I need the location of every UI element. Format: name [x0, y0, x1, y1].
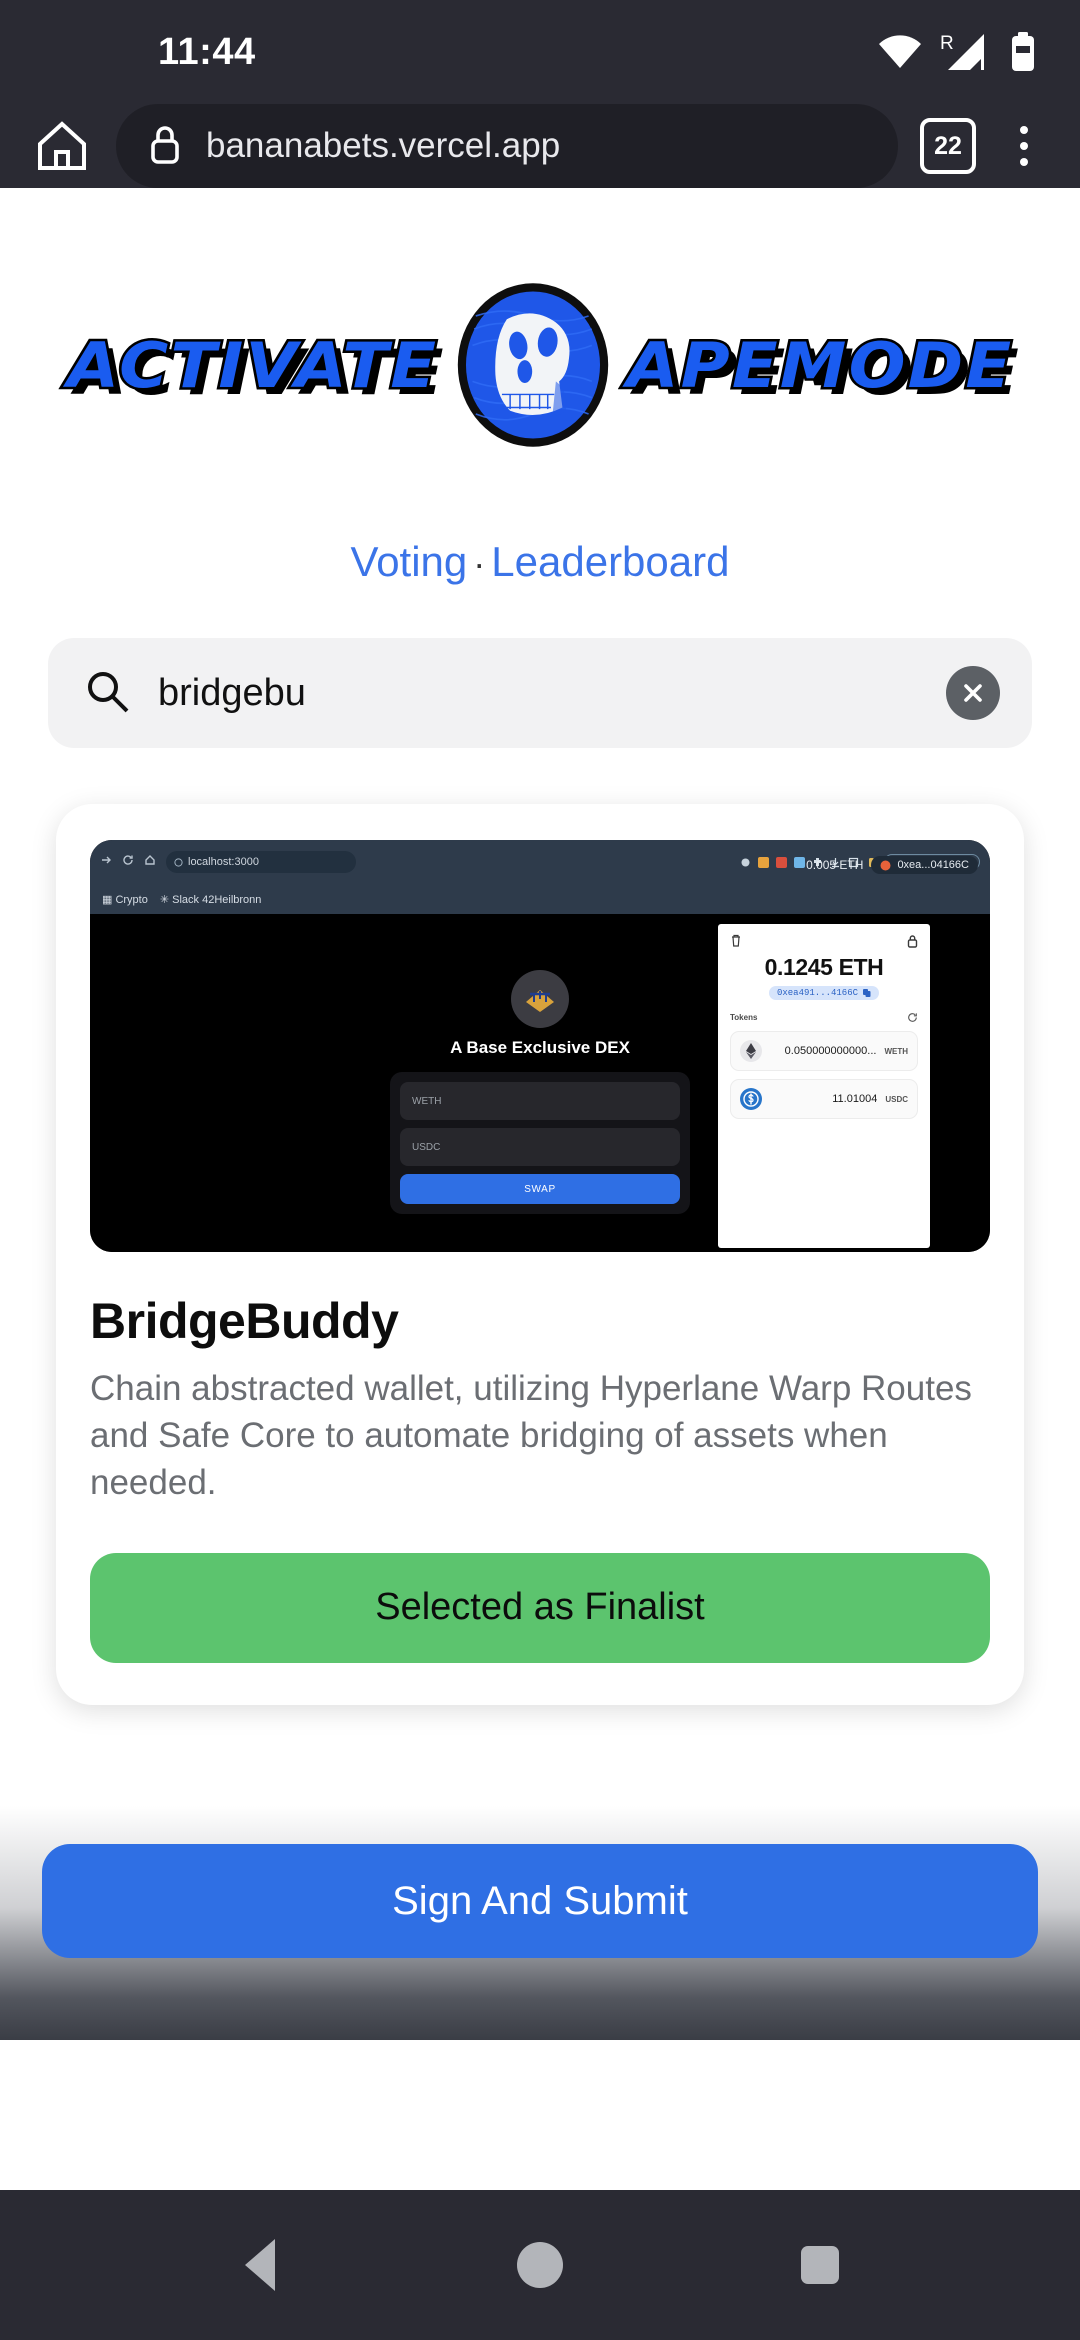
- close-icon[interactable]: [946, 666, 1000, 720]
- search-input[interactable]: bridgebu: [158, 672, 918, 715]
- dapp-header: 0.005 ETH 0xea...04166C: [806, 856, 978, 874]
- usdc-icon: [740, 1088, 762, 1110]
- project-thumbnail: localhost:3000 Relaunch to update: [90, 840, 990, 1252]
- refresh-icon: [908, 1013, 917, 1022]
- site-header: ACTIVATE APEMODE: [0, 188, 1080, 450]
- web-page: ACTIVATE APEMODE Voting · Leaderboard br…: [0, 188, 1080, 2190]
- nav-link-leaderboard[interactable]: Leaderboard: [491, 538, 729, 585]
- wordmark-activate: ACTIVATE: [65, 326, 439, 404]
- wifi-icon: [878, 35, 922, 69]
- recents-button[interactable]: [775, 2220, 865, 2310]
- tab-counter[interactable]: 22: [920, 118, 976, 174]
- home-icon[interactable]: [30, 114, 94, 178]
- submit-bar: Sign And Submit: [0, 1844, 1080, 1958]
- copy-icon: [863, 989, 871, 997]
- url-text: bananabets.vercel.app: [206, 126, 561, 165]
- android-navigation-bar: [0, 2190, 1080, 2340]
- dapp-swap-card: WETH USDC SWAP: [390, 1072, 690, 1214]
- wallet-popup-header: [730, 934, 918, 948]
- wallet-token-symbol: WETH: [884, 1046, 908, 1056]
- thumbnail-bookmarks-bar: ▦ Crypto ✳ Slack 42Heilbronn: [90, 884, 990, 914]
- wallet-token-symbol: USDC: [885, 1094, 908, 1104]
- results-list: localhost:3000 Relaunch to update: [0, 748, 1080, 1705]
- wallet-token-amount: 0.050000000000...: [784, 1045, 877, 1057]
- project-description: Chain abstracted wallet, utilizing Hyper…: [90, 1369, 972, 1502]
- sign-and-submit-button[interactable]: Sign And Submit: [42, 1844, 1038, 1958]
- thumbnail-page-body: 0.005 ETH 0xea...04166C A Base Exclusive…: [90, 856, 990, 1252]
- thumbnail-forward-icon: [100, 853, 112, 871]
- dapp-balance: 0.005 ETH: [806, 858, 864, 872]
- nav-separator: ·: [473, 543, 486, 584]
- dapp-logo-icon: [511, 970, 569, 1028]
- search-bar[interactable]: bridgebu: [48, 638, 1032, 748]
- wallet-balance: 0.1245 ETH: [764, 954, 884, 980]
- wallet-tokens-header: Tokens: [730, 1012, 918, 1023]
- eth-icon: [740, 1040, 762, 1062]
- swap-to-field: USDC: [400, 1128, 680, 1166]
- roaming-signal-icon: R: [940, 32, 992, 72]
- search-section: bridgebu: [0, 586, 1080, 748]
- thumbnail-url-text: localhost:3000: [188, 856, 259, 868]
- wallet-address: 0xea491...4166C: [768, 986, 879, 1000]
- thumbnail-url-bar: localhost:3000: [166, 851, 356, 873]
- home-button[interactable]: [495, 2220, 585, 2310]
- lock-icon: [148, 123, 182, 170]
- search-icon: [84, 668, 130, 719]
- wallet-token-row: 0.050000000000... WETH: [730, 1031, 918, 1071]
- wordmark-apemode: APEMODE: [624, 326, 1014, 404]
- project-title: BridgeBuddy: [90, 1293, 399, 1349]
- trash-icon: [732, 934, 740, 947]
- status-bar-icons: R: [878, 32, 1036, 72]
- svg-text:R: R: [940, 33, 954, 54]
- lock-icon: [907, 935, 918, 948]
- bookmark-crypto: ▦ Crypto: [102, 893, 148, 906]
- thumbnail-home-icon: [144, 853, 156, 871]
- battery-icon: [1010, 32, 1036, 72]
- wallet-token-amount: 11.01004: [832, 1093, 878, 1105]
- ape-skull-logo: [457, 283, 608, 447]
- swap-from-field: WETH: [400, 1082, 680, 1120]
- back-button[interactable]: [215, 2220, 305, 2310]
- wallet-token-row: 11.01004 USDC: [730, 1079, 918, 1119]
- nav-link-voting[interactable]: Voting: [351, 538, 468, 585]
- status-bar-clock: 11:44: [158, 30, 256, 73]
- status-badge-finalist[interactable]: Selected as Finalist: [90, 1552, 990, 1663]
- dapp-address: 0xea...04166C: [871, 856, 978, 874]
- bookmark-slack: ✳ Slack 42Heilbronn: [159, 893, 262, 906]
- thumbnail-reload-icon: [122, 853, 134, 871]
- url-bar[interactable]: bananabets.vercel.app: [116, 104, 898, 188]
- browser-toolbar: bananabets.vercel.app 22: [0, 104, 1080, 188]
- overflow-menu-icon[interactable]: [998, 126, 1050, 166]
- site-nav: Voting · Leaderboard: [0, 538, 1080, 586]
- swap-button: SWAP: [400, 1174, 680, 1204]
- project-card[interactable]: localhost:3000 Relaunch to update: [56, 804, 1024, 1705]
- status-bar: 11:44 R: [0, 0, 1080, 104]
- wallet-popup: 0.1245 ETH 0xea491...4166C Tokens 0.0500…: [718, 924, 930, 1248]
